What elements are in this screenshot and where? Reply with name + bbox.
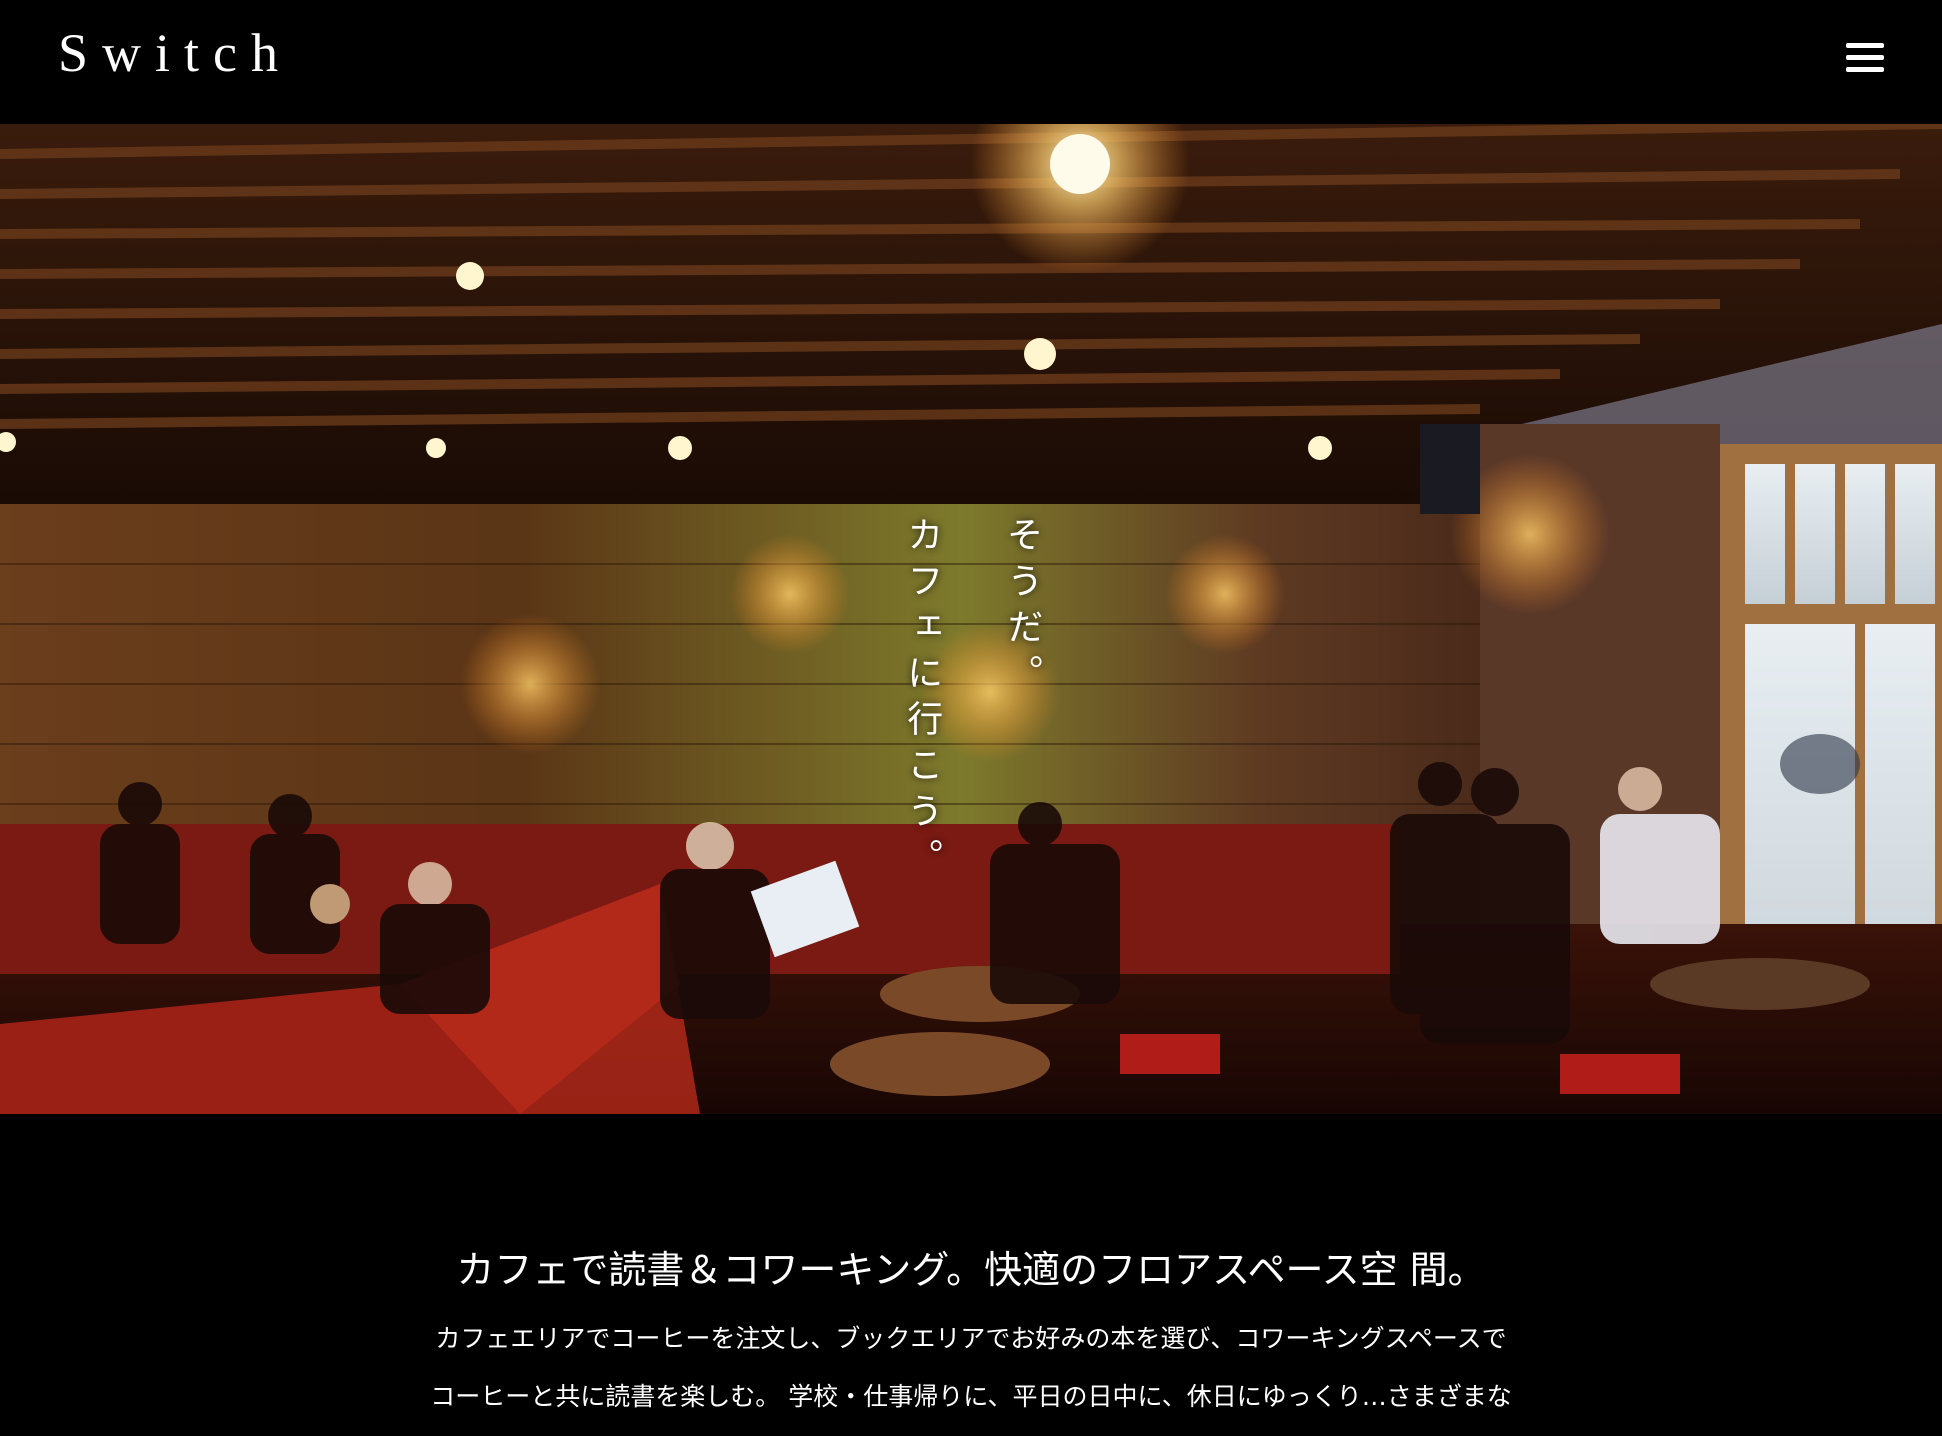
intro-text-line2: コーヒーと共に読書を楽しむ。 学校・仕事帰りに、平日の日中に、休日にゆっくり…さ… [430, 1382, 1512, 1411]
hero-image: そうだ。 カフェに行こう。 [0, 124, 1942, 1114]
hamburger-menu-icon[interactable] [1846, 40, 1884, 76]
hero-catchphrase-line2: カフェに行こう。 [901, 516, 943, 884]
menu-bar [1846, 67, 1884, 72]
site-logo[interactable]: Switch [58, 26, 292, 80]
cafe-interior-photo [0, 124, 1942, 1114]
site-header: Switch [0, 0, 1942, 124]
intro-text-line1: カフェエリアでコーヒーを注文し、ブックエリアでお好みの本を選び、コワーキングスペ… [435, 1324, 1507, 1353]
menu-bar [1846, 55, 1884, 60]
menu-bar [1846, 43, 1884, 48]
intro-title: カフェで読書＆コワーキング。快適のフロアスペース空 間。 [456, 1248, 1486, 1292]
intro-section: カフェで読書＆コワーキング。快適のフロアスペース空 間。 カフェエリアでコーヒー… [0, 1114, 1942, 1436]
hero-catchphrase-line1: そうだ。 [1001, 516, 1043, 700]
